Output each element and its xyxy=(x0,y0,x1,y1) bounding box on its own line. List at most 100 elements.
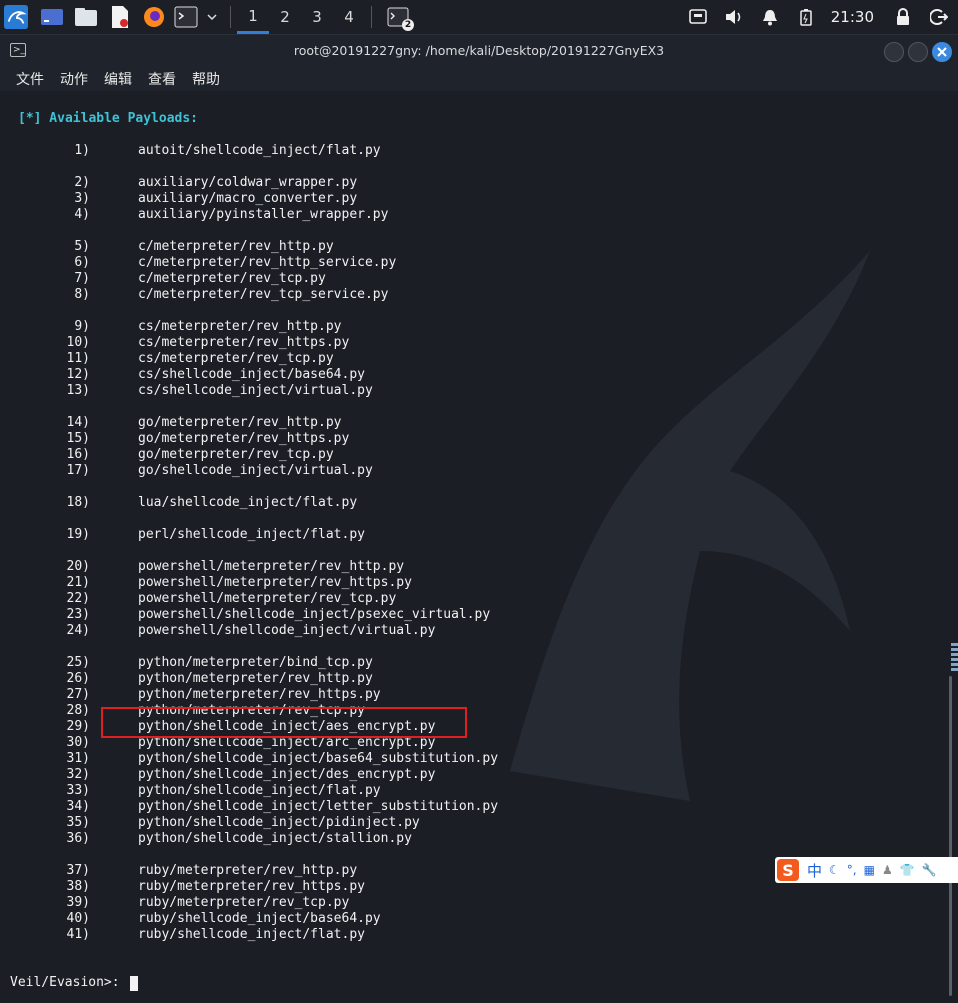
payload-number: 31) xyxy=(66,751,90,766)
payload-number: 29) xyxy=(66,719,90,734)
separator xyxy=(230,6,231,28)
text-cursor xyxy=(130,976,138,991)
payload-path: auxiliary/pyinstaller_wrapper.py xyxy=(138,207,389,222)
payload-number: 15) xyxy=(66,431,90,446)
close-icon xyxy=(937,47,947,57)
window-titlebar[interactable]: >_ root@20191227gny: /home/kali/Desktop/… xyxy=(0,35,958,67)
payload-path: c/meterpreter/rev_http_service.py xyxy=(138,255,397,270)
terminal-launcher-icon[interactable] xyxy=(174,5,198,29)
workspace-2[interactable]: 2 xyxy=(269,0,301,34)
payload-number: 36) xyxy=(66,831,90,846)
lock-icon[interactable] xyxy=(892,6,914,28)
skin-shirt-icon[interactable]: 👕 xyxy=(900,863,915,877)
payload-path: ruby/meterpreter/rev_http.py xyxy=(138,863,358,878)
payload-path: go/meterpreter/rev_tcp.py xyxy=(138,447,334,462)
workspace-4[interactable]: 4 xyxy=(333,0,365,34)
payload-path: cs/meterpreter/rev_https.py xyxy=(138,335,350,350)
volume-icon[interactable] xyxy=(723,6,745,28)
payload-path: go/meterpreter/rev_http.py xyxy=(138,415,342,430)
payload-number: 26) xyxy=(66,671,90,686)
payload-number: 34) xyxy=(66,799,90,814)
payload-path: python/shellcode_inject/stallion.py xyxy=(138,831,412,846)
payload-path: auxiliary/coldwar_wrapper.py xyxy=(138,175,358,190)
keyboard-icon[interactable]: ▦ xyxy=(864,863,875,877)
chevron-down-icon[interactable] xyxy=(200,5,224,29)
minimize-button[interactable] xyxy=(884,42,904,62)
workspace-1[interactable]: 1 xyxy=(237,0,269,34)
menu-help[interactable]: 帮助 xyxy=(192,69,220,89)
menu-file[interactable]: 文件 xyxy=(16,69,44,89)
command-prompt: Veil/Evasion>: xyxy=(10,975,128,990)
payload-number: 32) xyxy=(66,767,90,782)
payload-path: python/shellcode_inject/des_encrypt.py xyxy=(138,767,436,782)
payload-path: ruby/shellcode_inject/base64.py xyxy=(138,911,381,926)
show-desktop-icon[interactable] xyxy=(40,5,64,29)
scrollbar-thumb[interactable] xyxy=(949,676,952,996)
ime-mode-chinese[interactable]: 中 xyxy=(807,860,822,881)
payload-number: 2) xyxy=(74,175,90,190)
top-panel: 1 2 3 4 2 21:30 xyxy=(0,0,958,35)
payload-number: 13) xyxy=(66,383,90,398)
input-method-toolbar[interactable]: S 中 ☾ °, ▦ ♟ 👕 🔧 xyxy=(775,857,958,883)
payload-path: python/shellcode_inject/flat.py xyxy=(138,783,381,798)
menu-edit[interactable]: 编辑 xyxy=(104,69,132,89)
payload-number: 33) xyxy=(66,783,90,798)
logout-icon[interactable] xyxy=(928,6,950,28)
terminal-task-button[interactable]: 2 xyxy=(386,5,414,31)
payload-path: ruby/meterpreter/rev_https.py xyxy=(138,879,365,894)
payload-number: 14) xyxy=(66,415,90,430)
file-manager-icon[interactable] xyxy=(74,5,98,29)
payload-path: autoit/shellcode_inject/flat.py xyxy=(138,143,381,158)
payload-number: 12) xyxy=(66,367,90,382)
settings-wrench-icon[interactable]: 🔧 xyxy=(922,863,937,877)
payload-number: 8) xyxy=(74,287,90,302)
payload-path: c/meterpreter/rev_tcp_service.py xyxy=(138,287,389,302)
payload-number: 9) xyxy=(74,319,90,334)
maximize-button[interactable] xyxy=(908,42,928,62)
payload-path: python/shellcode_inject/letter_substitut… xyxy=(138,799,499,814)
payload-number: 28) xyxy=(66,703,90,718)
kali-menu-icon[interactable] xyxy=(4,5,28,29)
payload-path: python/shellcode_inject/base64_substitut… xyxy=(138,751,499,766)
payload-path: python/shellcode_inject/pidinject.py xyxy=(138,815,420,830)
payload-path: powershell/meterpreter/rev_tcp.py xyxy=(138,591,397,606)
payload-path: powershell/shellcode_inject/psexec_virtu… xyxy=(138,607,491,622)
firefox-icon[interactable] xyxy=(142,5,166,29)
payload-number: 23) xyxy=(66,607,90,622)
clock[interactable]: 21:30 xyxy=(831,8,874,26)
kali-dragon-watermark xyxy=(510,251,870,801)
moon-icon[interactable]: ☾ xyxy=(829,863,840,877)
notification-bell-icon[interactable] xyxy=(759,6,781,28)
sogou-logo-icon[interactable]: S xyxy=(777,859,799,881)
payload-path: ruby/shellcode_inject/flat.py xyxy=(138,927,365,942)
payload-path: python/meterpreter/rev_https.py xyxy=(138,687,381,702)
payload-path: lua/shellcode_inject/flat.py xyxy=(138,495,358,510)
screen-icon[interactable] xyxy=(687,6,709,28)
payload-path: perl/shellcode_inject/flat.py xyxy=(138,527,365,542)
payload-path: c/meterpreter/rev_http.py xyxy=(138,239,334,254)
payload-path: python/meterpreter/rev_http.py xyxy=(138,671,373,686)
user-icon[interactable]: ♟ xyxy=(882,863,893,877)
task-count-badge: 2 xyxy=(402,19,414,31)
payload-number: 25) xyxy=(66,655,90,670)
payload-number: 39) xyxy=(66,895,90,910)
menu-bar: 文件 动作 编辑 查看 帮助 xyxy=(0,67,958,91)
menu-view[interactable]: 查看 xyxy=(148,69,176,89)
payload-path: go/shellcode_inject/virtual.py xyxy=(138,463,373,478)
payload-path: ruby/meterpreter/rev_tcp.py xyxy=(138,895,350,910)
payload-path: cs/shellcode_inject/virtual.py xyxy=(138,383,373,398)
payload-number: 7) xyxy=(74,271,90,286)
close-button[interactable] xyxy=(932,42,952,62)
payload-number: 4) xyxy=(74,207,90,222)
payload-number: 19) xyxy=(66,527,90,542)
battery-icon[interactable] xyxy=(795,6,817,28)
payload-number: 11) xyxy=(66,351,90,366)
workspace-3[interactable]: 3 xyxy=(301,0,333,34)
payload-path: auxiliary/macro_converter.py xyxy=(138,191,358,206)
menu-actions[interactable]: 动作 xyxy=(60,69,88,89)
window-title: root@20191227gny: /home/kali/Desktop/201… xyxy=(293,43,665,58)
punctuation-icon[interactable]: °, xyxy=(847,863,857,877)
text-editor-icon[interactable] xyxy=(108,5,132,29)
payload-path: python/meterpreter/bind_tcp.py xyxy=(138,655,373,670)
payload-number: 22) xyxy=(66,591,90,606)
